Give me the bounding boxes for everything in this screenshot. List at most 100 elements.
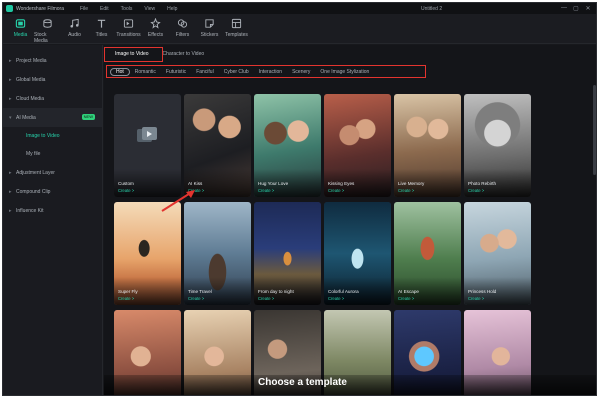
chevron-right-icon: ▸ (9, 207, 12, 214)
sidebar-item-label: Global Media (16, 76, 46, 83)
filter-scenery[interactable]: Scenery (287, 68, 315, 76)
create-link[interactable]: Create > (468, 188, 484, 193)
sidebar-item-label: Project Media (16, 57, 47, 64)
sidebar-subitem-my-file[interactable]: My file (3, 145, 102, 163)
sidebar-item-label: Compound Clip (16, 188, 51, 195)
create-link[interactable]: Create > (398, 296, 414, 301)
create-link[interactable]: Create > (188, 296, 204, 301)
create-link[interactable]: Create > (468, 296, 484, 301)
filter-cyber-club[interactable]: Cyber Club (219, 68, 254, 76)
tab-character-to-video[interactable]: Character to Video (156, 49, 212, 60)
create-link[interactable]: Create > (118, 296, 134, 301)
tool-stickers[interactable]: Stickers (196, 14, 223, 44)
tool-transitions-label: Transitions (116, 32, 141, 38)
create-link[interactable]: Create > (258, 188, 274, 193)
template-title: AI Escape (398, 289, 419, 294)
template-card-custom[interactable]: Custom Create > (114, 94, 181, 197)
template-card-princess-hold[interactable]: Princess Hold Create > (464, 202, 531, 305)
tool-templates[interactable]: Templates (223, 14, 250, 44)
filter-hot[interactable]: Hot (110, 67, 130, 76)
app-name: Wondershare Filmora (16, 5, 64, 12)
template-title: AI Kiss (188, 181, 203, 186)
filter-interaction[interactable]: Interaction (254, 68, 287, 76)
tool-stock-media[interactable]: Stock Media (34, 14, 61, 44)
template-title: Super Fly (118, 289, 138, 294)
maximize-button[interactable]: ▢ (572, 4, 580, 12)
vertical-scrollbar[interactable] (593, 85, 596, 175)
tool-stickers-label: Stickers (200, 32, 219, 38)
template-card-live-memory[interactable]: Live Memory Create > (394, 94, 461, 197)
template-title: Colorful Aurora (328, 289, 359, 294)
sidebar: ▸ Project Media ▸ Global Media ▸ Cloud M… (3, 45, 103, 395)
category-filter-bar: Hot Romantic Futuristic Fanciful Cyber C… (106, 65, 426, 78)
template-title: Princess Hold (468, 289, 497, 294)
filter-romantic[interactable]: Romantic (130, 68, 161, 76)
template-card-colorful-aurora[interactable]: Colorful Aurora Create > (324, 202, 391, 305)
menu-edit[interactable]: Edit (100, 6, 109, 12)
close-button[interactable]: ✕ (584, 4, 592, 12)
chevron-down-icon: ▾ (9, 114, 12, 121)
template-card-kissing-eyes[interactable]: Kissing Eyes Create > (324, 94, 391, 197)
create-link[interactable]: Create > (398, 188, 414, 193)
tool-templates-label: Templates (225, 32, 248, 38)
menu-file[interactable]: File (80, 6, 88, 12)
annotation-arrow-icon (161, 190, 195, 212)
window-controls: — ▢ ✕ (560, 4, 592, 12)
template-title: Custom (118, 181, 134, 186)
tab-bar: Image to Video Character to Video (104, 45, 596, 63)
filters-icon (177, 18, 188, 29)
sidebar-item-adjustment-layer[interactable]: ▸ Adjustment Layer (3, 163, 102, 182)
tool-titles[interactable]: Titles (88, 14, 115, 44)
video-upload-icon (137, 127, 157, 142)
template-card-time-travel[interactable]: Time Travel Create > (184, 202, 251, 305)
create-link[interactable]: Create > (118, 188, 134, 193)
menu-tools[interactable]: Tools (121, 6, 133, 12)
highlight-box-tab (104, 47, 163, 62)
sidebar-item-label: Cloud Media (16, 95, 45, 102)
stock-media-icon (42, 18, 53, 29)
document-title: Untitled 2 (421, 6, 443, 12)
minimize-button[interactable]: — (560, 4, 568, 12)
menu-bar: Wondershare Filmora File Edit Tools View… (3, 3, 596, 14)
sidebar-subitem-image-to-video[interactable]: Image to Video (3, 127, 102, 145)
effects-icon (150, 17, 161, 29)
template-title: Live Memory (398, 181, 425, 186)
tool-effects-label: Effects (147, 32, 164, 38)
template-card-from-day-to-night[interactable]: From day to night Create > (254, 202, 321, 305)
create-link[interactable]: Create > (258, 296, 274, 301)
filter-futuristic[interactable]: Futuristic (161, 68, 191, 76)
audio-icon (69, 18, 80, 29)
template-card-hug-your-love[interactable]: Hug Your Love Create > (254, 94, 321, 197)
stickers-icon (204, 18, 215, 29)
menu-help[interactable]: Help (167, 6, 177, 12)
create-link[interactable]: Create > (328, 188, 344, 193)
sidebar-item-influence-kit[interactable]: ▸ Influence Kit (3, 201, 102, 220)
filter-one-image-stylization[interactable]: One Image Stylization (315, 68, 374, 76)
template-card-photo-rebirth[interactable]: Photo Rebirth Create > (464, 94, 531, 197)
chevron-right-icon: ▸ (9, 169, 12, 176)
tool-filters[interactable]: Filters (169, 14, 196, 44)
template-title: Photo Rebirth (468, 181, 497, 186)
chevron-right-icon: ▸ (9, 76, 12, 83)
tool-audio[interactable]: Audio (61, 14, 88, 44)
sidebar-item-project-media[interactable]: ▸ Project Media (3, 51, 102, 70)
tool-effects[interactable]: Effects (142, 14, 169, 44)
template-card-ai-escape[interactable]: AI Escape Create > (394, 202, 461, 305)
sidebar-item-global-media[interactable]: ▸ Global Media (3, 70, 102, 89)
template-card-ai-kiss[interactable]: AI Kiss Create > (184, 94, 251, 197)
sidebar-item-cloud-media[interactable]: ▸ Cloud Media (3, 89, 102, 108)
create-link[interactable]: Create > (328, 296, 344, 301)
menu-view[interactable]: View (144, 6, 155, 12)
tool-media[interactable]: Media (7, 14, 34, 44)
tool-filters-label: Filters (175, 32, 190, 38)
template-title: Kissing Eyes (328, 181, 355, 186)
chevron-right-icon: ▸ (9, 95, 12, 102)
template-title: Hug Your Love (258, 181, 289, 186)
sidebar-item-ai-media[interactable]: ▾ AI Media NEW (3, 108, 102, 127)
sidebar-item-compound-clip[interactable]: ▸ Compound Clip (3, 182, 102, 201)
transitions-icon (123, 18, 134, 29)
sidebar-item-label: Influence Kit (16, 207, 44, 214)
filter-fanciful[interactable]: Fanciful (191, 68, 219, 76)
template-card-super-fly[interactable]: Super Fly Create > (114, 202, 181, 305)
tool-transitions[interactable]: Transitions (115, 14, 142, 44)
